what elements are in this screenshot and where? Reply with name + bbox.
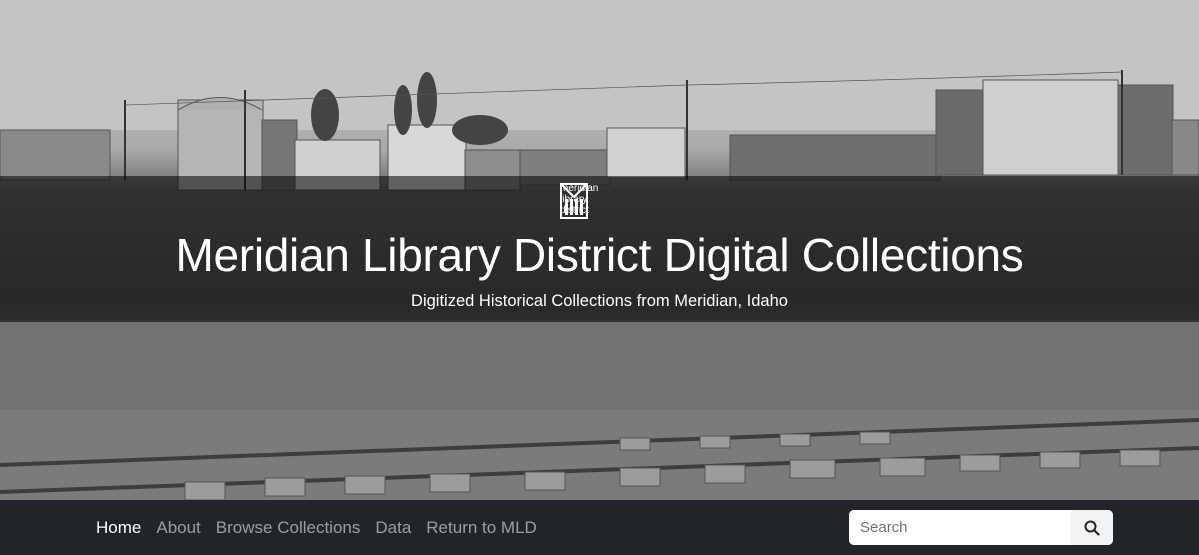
nav-item-home[interactable]: Home — [96, 518, 141, 538]
search-button[interactable] — [1071, 510, 1113, 545]
page-title: Meridian Library District Digital Collec… — [175, 229, 1024, 281]
nav-item-return-to-mld[interactable]: Return to MLD — [426, 518, 537, 538]
nav-item-data[interactable]: Data — [375, 518, 411, 538]
search-form — [849, 510, 1113, 545]
nav-item-browse-collections[interactable]: Browse Collections — [216, 518, 361, 538]
nav-item-about[interactable]: About — [156, 518, 200, 538]
nav-links: Home About Browse Collections Data Retur… — [96, 500, 552, 555]
library-logo-icon — [560, 183, 588, 219]
page-subtitle: Digitized Historical Collections from Me… — [411, 292, 788, 310]
search-input[interactable] — [849, 510, 1071, 545]
library-logo[interactable]: meridian library district — [560, 183, 598, 219]
search-icon — [1084, 520, 1100, 536]
hero-banner: meridian library district Meridian Libra… — [0, 0, 1199, 500]
